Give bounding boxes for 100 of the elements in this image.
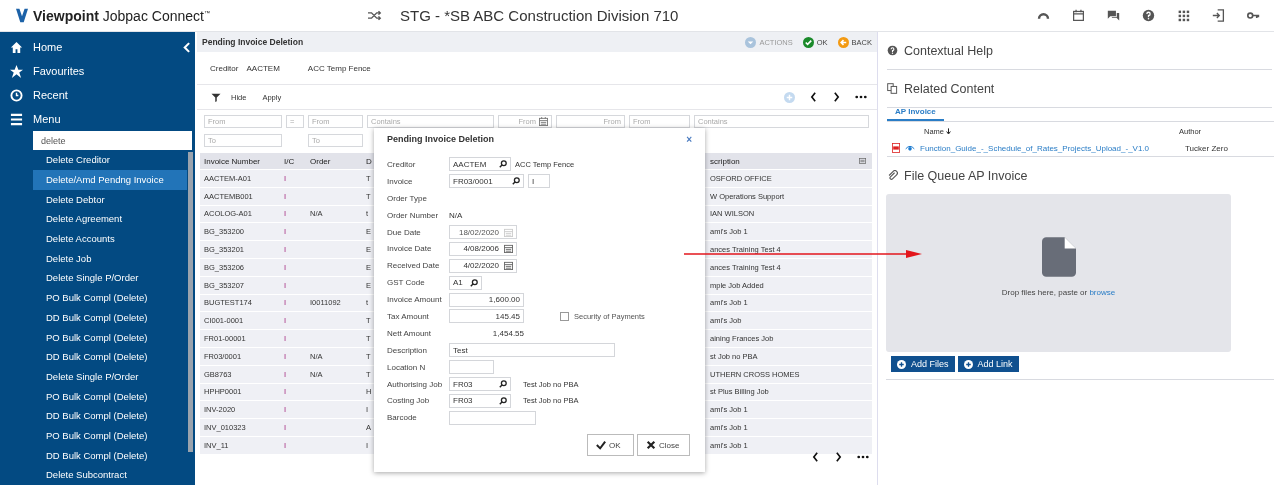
text-field[interactable]: Test bbox=[449, 343, 615, 358]
clock-icon bbox=[10, 88, 23, 102]
function-link[interactable]: Delete Single P/Order bbox=[33, 268, 187, 289]
field-label: Invoice Date bbox=[387, 244, 433, 254]
key-icon[interactable] bbox=[1247, 9, 1260, 22]
chevron-right-icon[interactable] bbox=[832, 92, 841, 102]
drop-text: Drop files here, paste or browse bbox=[1001, 287, 1116, 297]
chevron-left-icon[interactable] bbox=[809, 92, 818, 102]
text-field[interactable] bbox=[449, 410, 536, 425]
function-link[interactable]: DD Bulk Compl (Delete) bbox=[33, 307, 187, 328]
dropdown-icon bbox=[745, 36, 757, 48]
lookup-field[interactable]: A1 bbox=[449, 275, 482, 290]
plus-icon bbox=[963, 359, 973, 369]
function-link[interactable]: PO Bulk Compl (Delete) bbox=[33, 327, 187, 348]
back-arrow-icon bbox=[837, 36, 849, 48]
search-icon[interactable] bbox=[470, 278, 478, 287]
close-button[interactable]: × bbox=[686, 133, 692, 145]
document-link[interactable]: Function_Guide_-_Schedule_of_Rates_Projects_Upload_-_V1.0 bbox=[920, 143, 1180, 153]
function-link[interactable]: Delete Single P/Order bbox=[33, 366, 187, 387]
date-field[interactable]: 4/08/2006 bbox=[449, 241, 517, 256]
calendar-icon[interactable] bbox=[504, 261, 513, 271]
chevron-left-icon[interactable] bbox=[811, 452, 820, 462]
scrollbar[interactable] bbox=[188, 152, 193, 453]
nav-item[interactable]: Favourites bbox=[0, 59, 195, 84]
field-label: Costing Job bbox=[387, 396, 431, 406]
filter-icon[interactable] bbox=[211, 92, 221, 102]
browse-link[interactable]: browse bbox=[1089, 287, 1116, 297]
field-label: Barcode bbox=[387, 413, 418, 423]
tab[interactable]: AP Invoice bbox=[887, 103, 944, 121]
paperclip-icon bbox=[887, 170, 898, 181]
page-title: Pending Invoice Deletion bbox=[202, 37, 304, 47]
dialog-button[interactable]: Close bbox=[637, 434, 690, 457]
function-link[interactable]: Delete Job bbox=[33, 248, 187, 269]
lookup-field[interactable]: FR03 bbox=[449, 393, 511, 408]
chat-icon[interactable] bbox=[1107, 9, 1120, 22]
file-icon bbox=[1041, 235, 1076, 278]
field-label: Location N bbox=[387, 362, 427, 372]
apps-grid-icon[interactable] bbox=[1177, 9, 1190, 22]
function-link[interactable]: PO Bulk Compl (Delete) bbox=[33, 425, 187, 446]
date-field[interactable]: 4/02/2020 bbox=[449, 258, 517, 273]
add-button[interactable]: Add Link bbox=[957, 356, 1019, 372]
field-label: Received Date bbox=[387, 261, 441, 271]
calendar-icon[interactable] bbox=[1072, 9, 1085, 22]
creditor-name: ACC Temp Fence bbox=[307, 63, 371, 73]
function-link[interactable]: Delete Subcontract bbox=[33, 465, 187, 485]
field-label: GST Code bbox=[387, 278, 426, 288]
field-label: Authorising Job bbox=[387, 379, 444, 389]
function-link[interactable]: Delete Agreement bbox=[33, 209, 187, 230]
lookup-field[interactable]: AACTEM bbox=[449, 157, 511, 172]
search-icon[interactable] bbox=[499, 380, 507, 388]
text-field[interactable] bbox=[449, 360, 494, 375]
field-label: Invoice bbox=[387, 176, 414, 186]
calendar-icon[interactable] bbox=[539, 117, 548, 126]
function-link[interactable]: Delete/Amd Pendng Invoice bbox=[33, 170, 187, 190]
search-icon[interactable] bbox=[499, 160, 507, 169]
lookup-field[interactable]: FR03/0001 bbox=[449, 174, 524, 189]
lookup-field[interactable]: FR03 bbox=[449, 377, 511, 391]
function-link[interactable]: PO Bulk Compl (Delete) bbox=[33, 288, 187, 308]
column-header[interactable]: Order bbox=[306, 156, 364, 166]
sign-in-icon[interactable] bbox=[1212, 9, 1225, 22]
help-icon[interactable] bbox=[1142, 9, 1155, 22]
more-icon[interactable] bbox=[857, 455, 869, 459]
calendar-icon[interactable] bbox=[504, 244, 513, 254]
company-title[interactable]: STG - *SB ABC Construction Division 710 bbox=[400, 7, 679, 24]
chevron-left-icon[interactable] bbox=[183, 41, 190, 53]
nav-item[interactable]: Menu bbox=[0, 107, 195, 132]
column-menu-icon[interactable] bbox=[859, 158, 866, 164]
creditor-code: AACTEM bbox=[246, 63, 280, 73]
add-button[interactable]: Add Files bbox=[891, 356, 955, 372]
dialog-button[interactable]: OK bbox=[587, 434, 634, 457]
function-link[interactable]: PO Bulk Compl (Delete) bbox=[33, 386, 187, 407]
eye-icon[interactable] bbox=[905, 144, 915, 152]
column-header[interactable]: D bbox=[364, 156, 374, 166]
field-label: Invoice Amount bbox=[387, 295, 443, 305]
shuffle-icon[interactable] bbox=[368, 10, 382, 21]
nav-item[interactable]: Recent bbox=[0, 83, 195, 108]
search-icon[interactable] bbox=[499, 396, 507, 405]
nav-item[interactable]: Home bbox=[0, 35, 195, 60]
function-link[interactable]: Delete Accounts bbox=[33, 229, 187, 249]
column-header[interactable]: Invoice Number bbox=[200, 156, 280, 166]
drop-zone[interactable]: Drop files here, paste or browse bbox=[886, 194, 1231, 352]
function-link[interactable]: DD Bulk Compl (Delete) bbox=[33, 406, 187, 426]
more-icon[interactable] bbox=[855, 95, 867, 99]
menu-search-field[interactable]: delete bbox=[33, 131, 192, 151]
search-icon[interactable] bbox=[512, 177, 520, 186]
amount-field[interactable]: 145.45 bbox=[449, 309, 524, 324]
column-header[interactable]: scription bbox=[710, 156, 872, 166]
column-header[interactable]: I/C bbox=[280, 156, 306, 166]
pdf-file-icon bbox=[892, 143, 900, 153]
menu-icon bbox=[10, 112, 23, 126]
field-label: Due Date bbox=[387, 227, 422, 237]
function-link[interactable]: Delete Debtor bbox=[33, 189, 187, 210]
chevron-right-icon[interactable] bbox=[834, 452, 843, 462]
function-link[interactable]: Delete Creditor bbox=[33, 150, 187, 170]
function-link[interactable]: DD Bulk Compl (Delete) bbox=[33, 445, 187, 466]
field-label: Order Type bbox=[387, 193, 428, 203]
function-link[interactable]: DD Bulk Compl (Delete) bbox=[33, 347, 187, 367]
type-field[interactable]: I bbox=[528, 174, 550, 189]
amount-field[interactable]: 1,600.00 bbox=[449, 292, 524, 307]
sort-down-icon[interactable] bbox=[946, 127, 951, 135]
